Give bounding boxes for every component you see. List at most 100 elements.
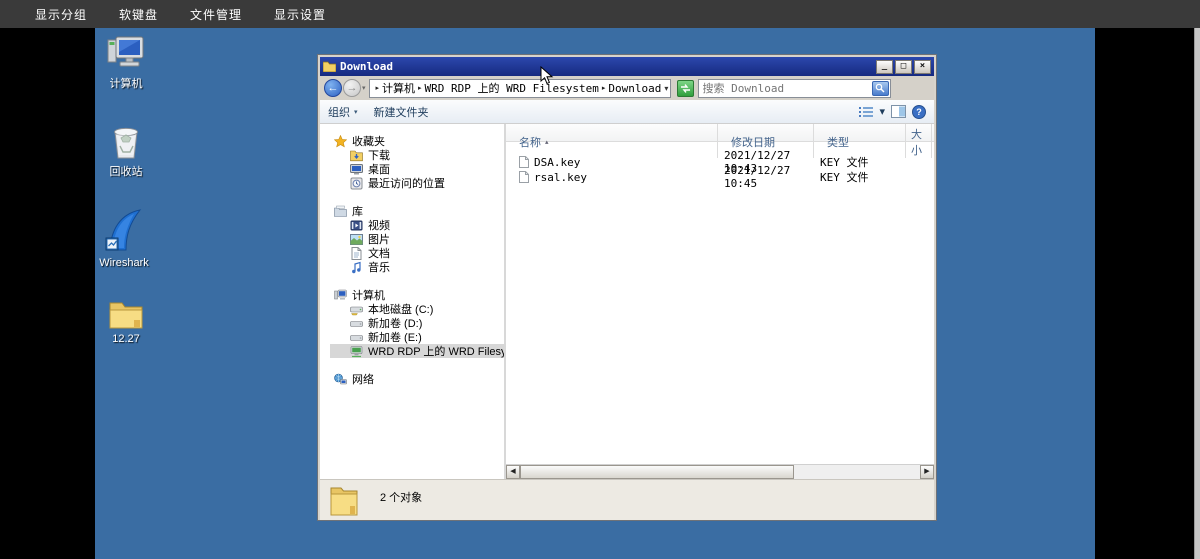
disk-icon [350, 317, 363, 330]
window-main: 收藏夹 下载 [320, 124, 934, 479]
navigation-pane: 收藏夹 下载 [320, 124, 506, 479]
new-folder-label: 新建文件夹 [374, 104, 429, 120]
tree-section-favorites: 收藏夹 下载 [330, 134, 504, 190]
organize-label: 组织 [328, 104, 350, 120]
status-bar: 2 个对象 [320, 479, 934, 520]
pictures-icon [350, 233, 363, 246]
menu-item-soft-keyboard[interactable]: 软键盘 [119, 6, 158, 23]
desktop-monitor-icon [350, 163, 363, 176]
status-folder-icon [330, 484, 358, 516]
downloads-folder-icon [350, 149, 363, 162]
desktop-icon-recycle-bin[interactable]: 回收站 [98, 124, 154, 179]
search-input[interactable] [699, 82, 872, 95]
wireshark-icon [104, 208, 144, 254]
breadcrumb-separator-icon: ▸ [602, 84, 606, 92]
desktop-icon-label: 回收站 [98, 163, 154, 179]
change-view-icon[interactable] [859, 106, 873, 118]
change-view-caret-icon[interactable]: ▾ [879, 105, 885, 118]
maximize-button[interactable]: □ [895, 60, 912, 74]
search-box[interactable] [698, 79, 891, 98]
file-list-pane: 名称 ▴ 修改日期 类型 大小 [506, 124, 934, 479]
file-list-header: 名称 ▴ 修改日期 类型 大小 [506, 124, 934, 142]
item-label: 音乐 [368, 259, 390, 275]
computer-icon [107, 36, 145, 72]
file-type: KEY 文件 [814, 154, 906, 170]
tree-section-network: 网络 [330, 372, 504, 386]
breadcrumb-computer[interactable]: 计算机 [382, 80, 415, 96]
desktop-icon-label: 计算机 [98, 75, 154, 91]
breadcrumb-download[interactable]: Download [608, 82, 661, 95]
sidebar-item-videos[interactable]: 视频 [330, 218, 504, 232]
sidebar-item-volume-e[interactable]: 新加卷 (E:) [330, 330, 504, 344]
new-folder-button[interactable]: 新建文件夹 [374, 104, 429, 120]
scroll-right-arrow[interactable]: ▶ [920, 465, 934, 479]
nav-history-caret-icon[interactable]: ▾ [362, 84, 366, 92]
magnifier-icon [875, 83, 885, 93]
screen: 显示分组 软键盘 文件管理 显示设置 计算机 回收站 [0, 0, 1200, 559]
menu-item-show-groups[interactable]: 显示分组 [35, 6, 87, 23]
menu-item-file-manager[interactable]: 文件管理 [190, 6, 242, 23]
sidebar-item-pictures[interactable]: 图片 [330, 232, 504, 246]
address-breadcrumb[interactable]: ▸ 计算机 ▸ WRD RDP 上的 WRD Filesystem ▸ Down… [369, 79, 671, 98]
minimize-button[interactable]: _ [876, 60, 893, 74]
preview-pane-icon[interactable] [891, 105, 906, 118]
star-icon [334, 135, 347, 148]
sidebar-item-music[interactable]: 音乐 [330, 260, 504, 274]
recycle-bin-icon [109, 124, 143, 160]
scrollbar-track[interactable] [794, 465, 920, 479]
section-label: 网络 [352, 371, 374, 387]
organize-button[interactable]: 组织 ▾ [328, 104, 358, 120]
desktop-icon-folder-1227[interactable]: 12.27 [98, 298, 154, 345]
file-name: DSA.key [534, 156, 580, 169]
network-drive-icon [350, 345, 363, 358]
address-bar-row: ← → ▾ ▸ 计算机 ▸ WRD RDP 上的 WRD Filesystem … [320, 76, 934, 100]
sidebar-item-volume-d[interactable]: 新加卷 (D:) [330, 316, 504, 330]
section-label: 库 [352, 203, 363, 219]
toolbar-right-group: ▾ ? [859, 105, 926, 119]
sidebar-item-documents[interactable]: 文档 [330, 246, 504, 260]
tree-section-computer: 计算机 本地磁盘 (C:) [330, 288, 504, 358]
remote-view-scrollbar[interactable] [1194, 28, 1200, 559]
disk-icon [350, 331, 363, 344]
desktop-icon-wireshark[interactable]: Wireshark [96, 208, 152, 269]
close-button[interactable]: × [914, 60, 931, 74]
item-label: WRD RDP 上的 WRD Filesystem [368, 343, 506, 359]
sidebar-section-libraries[interactable]: 库 [330, 204, 504, 218]
scroll-left-arrow[interactable]: ◀ [506, 465, 520, 479]
scrollbar-thumb[interactable] [520, 465, 794, 479]
menu-item-display-settings[interactable]: 显示设置 [274, 6, 326, 23]
sidebar-section-network[interactable]: 网络 [330, 372, 504, 386]
sidebar-section-favorites[interactable]: 收藏夹 [330, 134, 504, 148]
horizontal-scrollbar[interactable]: ◀ ▶ [506, 464, 934, 479]
file-modified: 2021/12/27 10:45 [718, 164, 814, 190]
sidebar-item-downloads[interactable]: 下载 [330, 148, 504, 162]
back-button[interactable]: ← [324, 79, 342, 97]
desktop-icon-computer[interactable]: 计算机 [98, 36, 154, 91]
videos-icon [350, 219, 363, 232]
help-icon[interactable]: ? [912, 105, 926, 119]
file-icon [519, 171, 529, 183]
search-submit-button[interactable] [872, 81, 889, 96]
breadcrumb-wrd-filesystem[interactable]: WRD RDP 上的 WRD Filesystem [425, 80, 599, 96]
breadcrumb-separator-icon: ▸ [376, 84, 380, 92]
explorer-window: Download _ □ × ← → ▾ ▸ 计算机 ▸ WRD RDP 上的 … [318, 55, 936, 520]
sidebar-item-wrd-filesystem[interactable]: WRD RDP 上的 WRD Filesystem [330, 344, 504, 358]
sidebar-item-local-disk-c[interactable]: 本地磁盘 (C:) [330, 302, 504, 316]
organize-caret-icon: ▾ [354, 108, 358, 116]
window-titlebar[interactable]: Download _ □ × [320, 57, 934, 76]
forward-button[interactable]: → [343, 79, 361, 97]
refresh-button[interactable] [677, 80, 694, 97]
network-icon [334, 373, 347, 386]
sidebar-item-desktop[interactable]: 桌面 [330, 162, 504, 176]
file-row-dsa-key[interactable]: DSA.key 2021/12/27 10:43 KEY 文件 [506, 149, 934, 164]
recent-places-icon [350, 177, 363, 190]
item-label: 最近访问的位置 [368, 175, 445, 191]
computer-small-icon [334, 289, 347, 302]
file-icon [519, 156, 529, 168]
address-dropdown-icon[interactable]: ▾ [664, 84, 668, 93]
local-disk-icon [350, 303, 363, 316]
file-type: KEY 文件 [814, 169, 906, 185]
libraries-icon [334, 205, 347, 218]
sidebar-section-computer[interactable]: 计算机 [330, 288, 504, 302]
sidebar-item-recent-places[interactable]: 最近访问的位置 [330, 176, 504, 190]
